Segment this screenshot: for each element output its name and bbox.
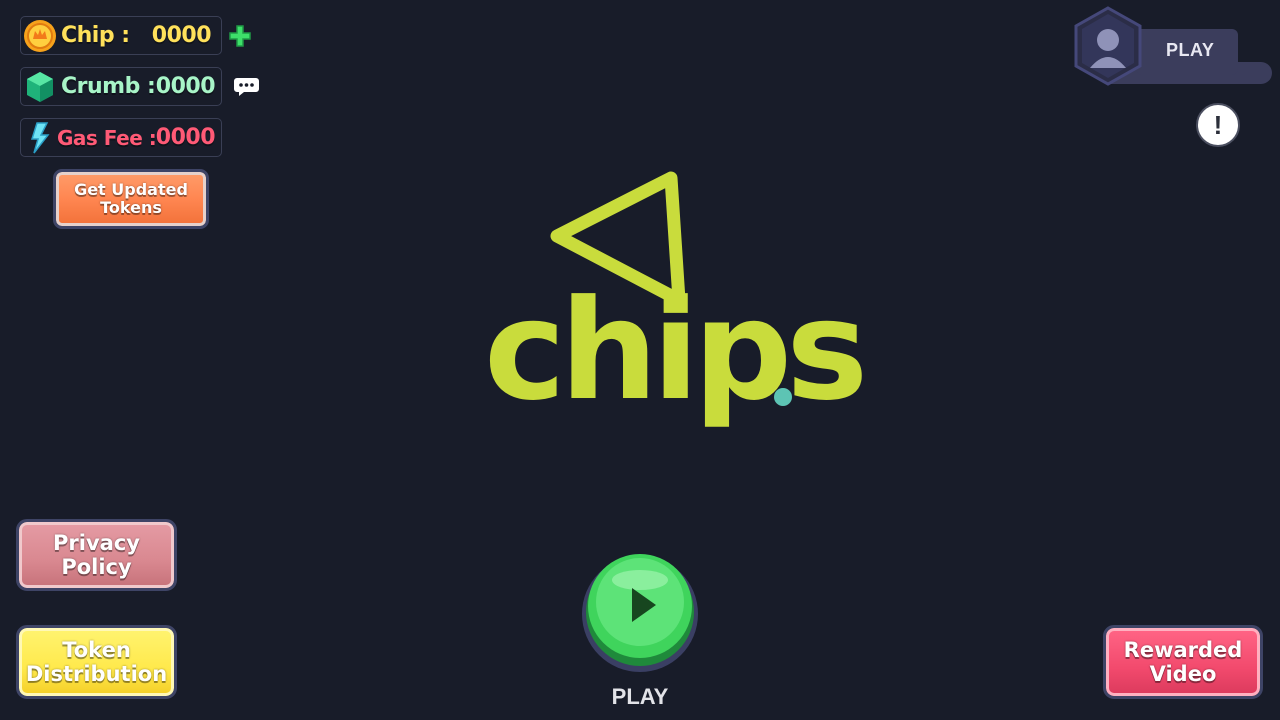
exclamation-icon[interactable]: ! xyxy=(1196,103,1240,147)
chat-bubble-icon[interactable] xyxy=(233,76,260,98)
play-button[interactable] xyxy=(580,550,700,674)
chips-logo-dot xyxy=(774,388,792,406)
chips-logo-wordmark: chips xyxy=(484,270,868,431)
crumb-value: 0000 xyxy=(155,74,216,99)
gas-fee-label: Gas Fee : xyxy=(57,126,157,150)
chip-value: 0000 xyxy=(151,23,212,48)
crumb-label: Crumb : xyxy=(61,74,156,99)
profile-label: PLAY xyxy=(1166,40,1215,60)
plus-icon[interactable] xyxy=(228,24,252,48)
crumb-balance-panel: Crumb : 0000 xyxy=(20,67,222,106)
rewarded-video-button[interactable]: Rewarded Video xyxy=(1103,625,1263,699)
privacy-policy-button[interactable]: Privacy Policy xyxy=(16,519,177,591)
user-avatar-icon[interactable] xyxy=(1072,6,1144,86)
lightning-icon xyxy=(30,122,50,154)
token-distribution-button[interactable]: Token Distribution xyxy=(16,625,177,699)
gold-coin-icon xyxy=(24,20,56,52)
play-label: PLAY xyxy=(611,684,669,709)
chip-label: Chip : xyxy=(61,23,130,48)
get-updated-tokens-button[interactable]: Get Updated Tokens xyxy=(53,169,209,229)
chip-balance-panel: Chip : 0000 xyxy=(20,16,222,55)
gas-fee-panel: Gas Fee : 0000 xyxy=(20,118,222,157)
green-gem-icon xyxy=(27,72,53,102)
gas-fee-value: 0000 xyxy=(155,125,216,150)
